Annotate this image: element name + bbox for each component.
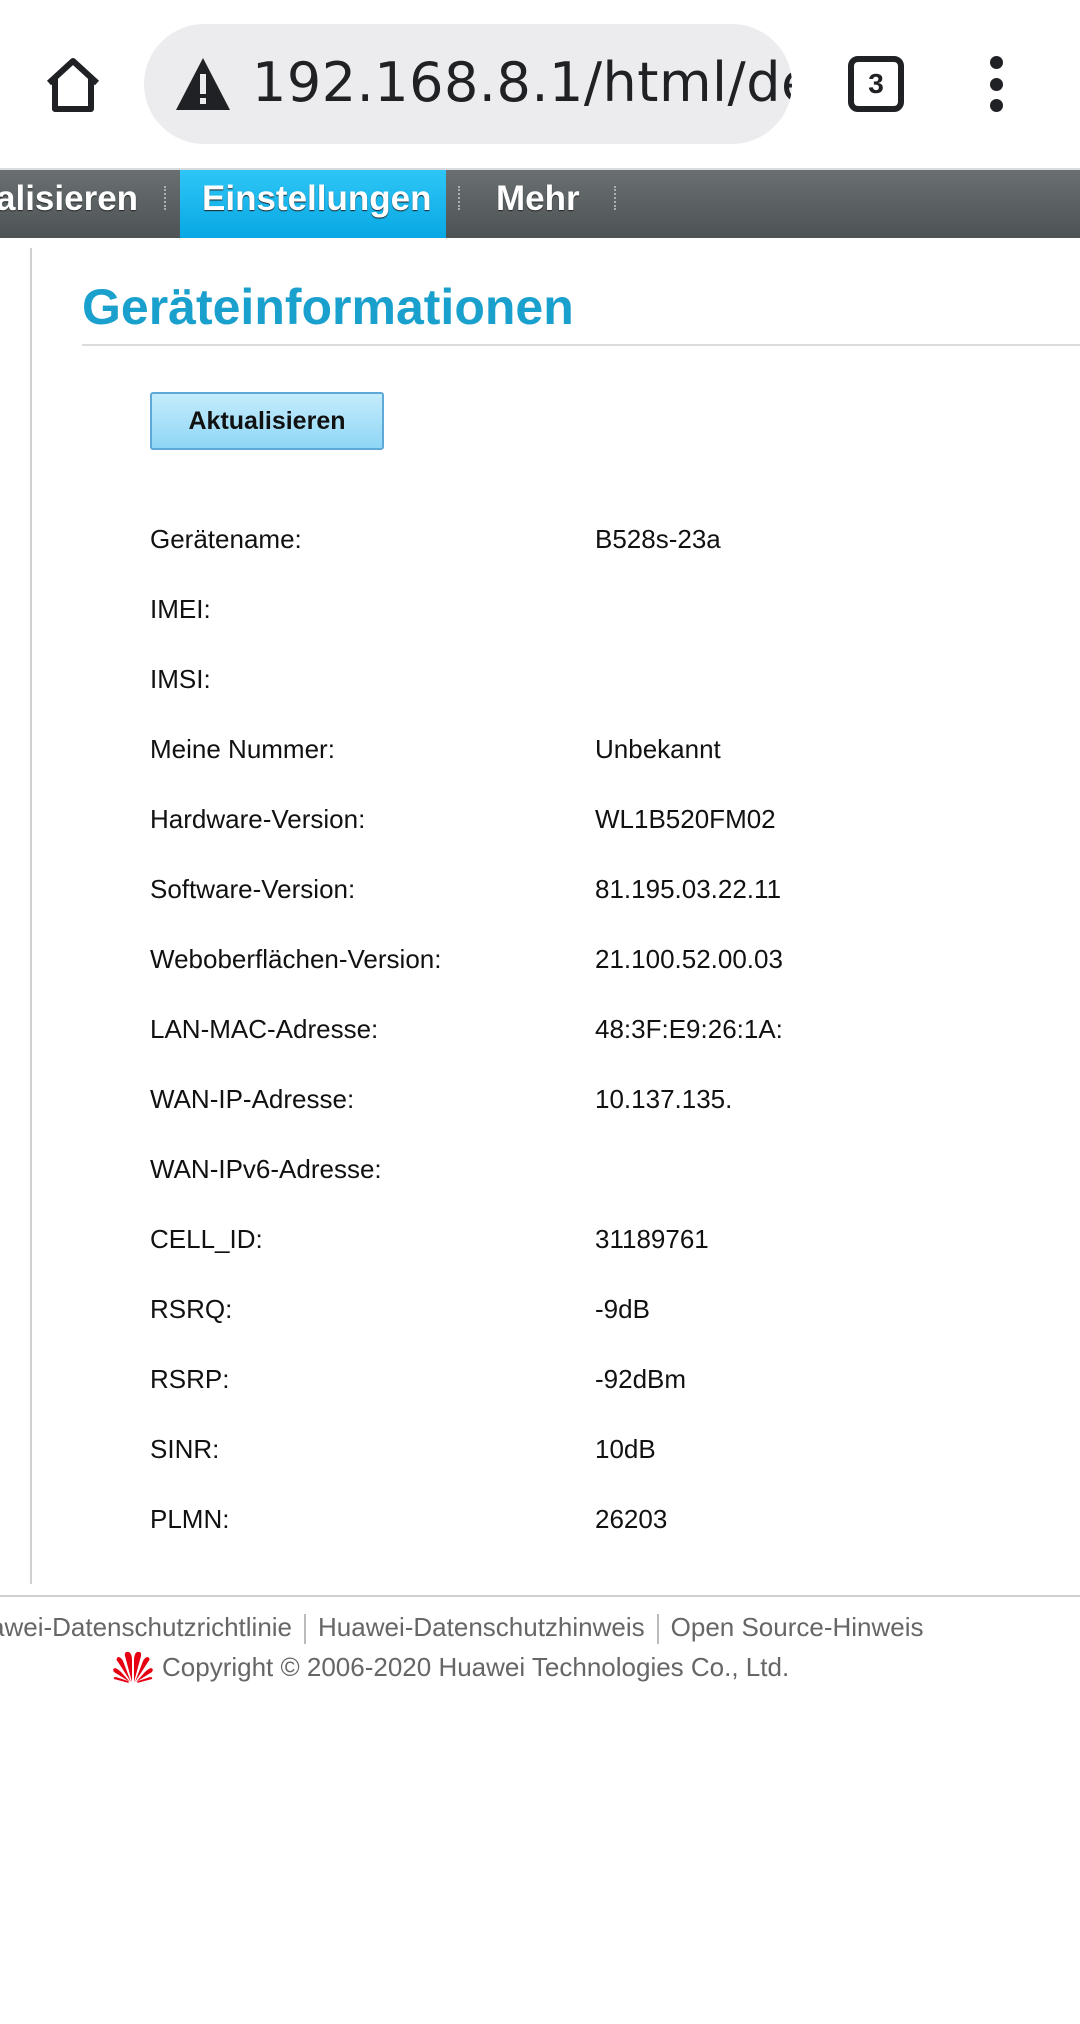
info-label: WAN-IP-Adresse: [150, 1084, 355, 1114]
info-label: Software-Version: [150, 874, 356, 904]
warning-icon [176, 58, 230, 110]
info-row-imsi: IMSI: [150, 650, 1050, 720]
info-label: Meine Nummer: [150, 734, 335, 764]
info-value: -92dBm [595, 1364, 687, 1394]
page-title: Geräteinformationen [82, 279, 574, 335]
home-icon[interactable] [38, 50, 108, 120]
nav-item-mehr[interactable]: Mehr [496, 170, 596, 238]
url-text: 192.168.8.1/html/dev [252, 51, 792, 114]
info-row-webui-version: Weboberflächen-Version: 21.100.52.00.03 [150, 930, 1050, 1000]
info-label: PLMN: [150, 1504, 230, 1534]
info-row-hardware-version: Hardware-Version: WL1B520FM02 [150, 790, 1050, 860]
info-value: B528s-23a [595, 524, 721, 554]
info-value: 48:3F:E9:26:1A: [595, 1014, 783, 1044]
info-value: Unbekannt [595, 734, 721, 764]
info-row-cell-id: CELL_ID: 31189761 [150, 1210, 1050, 1280]
info-label: LAN-MAC-Adresse: [150, 1014, 379, 1044]
open-source-link[interactable]: Open Source-Hinweis [671, 1612, 924, 1642]
info-label: Gerätename: [150, 524, 302, 554]
footer-separator [656, 1614, 659, 1645]
info-value: WL1B520FM02 [595, 804, 776, 834]
nav-separator [614, 186, 618, 210]
info-row-wan-ip: WAN-IP-Adresse: 10.137.135. [150, 1070, 1050, 1140]
address-bar[interactable]: 192.168.8.1/html/dev [144, 24, 792, 144]
info-row-software-version: Software-Version: 81.195.03.22.11 [150, 860, 1050, 930]
nav-separator [458, 186, 462, 210]
info-label: Hardware-Version: [150, 804, 366, 834]
info-value: 81.195.03.22.11 [595, 874, 782, 904]
footer-links: awei-Datenschutzrichtlinie Huawei-Datensc… [0, 1612, 924, 1645]
info-value: 26203 [595, 1504, 668, 1534]
copyright: Copyright © 2006-2020 Huawei Technologie… [112, 1650, 789, 1684]
device-info-list: Gerätename: B528s-23a IMEI: IMSI: Meine … [150, 510, 1050, 1560]
title-divider [82, 344, 1080, 346]
nav-separator [164, 186, 168, 210]
info-label: WAN-IPv6-Adresse: [150, 1154, 382, 1184]
footer-separator [304, 1614, 307, 1645]
info-row-plmn: PLMN: 26203 [150, 1490, 1050, 1560]
refresh-button[interactable]: Aktualisieren [150, 392, 384, 450]
info-row-lan-mac: LAN-MAC-Adresse: 48:3F:E9:26:1A: [150, 1000, 1050, 1070]
privacy-policy-link[interactable]: awei-Datenschutzrichtlinie [0, 1612, 292, 1642]
privacy-notice-link[interactable]: Huawei-Datenschutzhinweis [318, 1612, 645, 1642]
more-options-icon[interactable] [976, 56, 1016, 112]
info-row-rsrp: RSRP: -92dBm [150, 1350, 1050, 1420]
info-label: Weboberflächen-Version: [150, 944, 442, 974]
info-row-device-name: Gerätename: B528s-23a [150, 510, 1050, 580]
info-label: SINR: [150, 1434, 220, 1464]
info-row-rsrq: RSRQ: -9dB [150, 1280, 1050, 1350]
info-value: -9dB [595, 1294, 650, 1324]
info-label: RSRP: [150, 1364, 230, 1394]
info-value: 31189761 [595, 1224, 709, 1254]
main-nav: alisieren Einstellungen Mehr [0, 168, 1080, 238]
tab-switcher-button[interactable]: 3 [848, 56, 904, 112]
info-row-my-number: Meine Nummer: Unbekannt [150, 720, 1050, 790]
info-label: IMSI: [150, 664, 211, 694]
footer-divider [0, 1595, 1080, 1597]
nav-item-einstellungen[interactable]: Einstellungen [180, 170, 446, 238]
info-label: RSRQ: [150, 1294, 233, 1324]
info-row-sinr: SINR: 10dB [150, 1420, 1050, 1490]
info-label: CELL_ID: [150, 1224, 263, 1254]
huawei-logo-icon [113, 1651, 153, 1683]
info-value: 21.100.52.00.03 [595, 944, 783, 974]
content-border [30, 248, 32, 1584]
browser-toolbar: 192.168.8.1/html/dev 3 [0, 0, 1080, 168]
info-row-imei: IMEI: [150, 580, 1050, 650]
info-value: 10.137.135. [595, 1084, 733, 1114]
info-value: 10dB [595, 1434, 656, 1464]
info-row-wan-ipv6: WAN-IPv6-Adresse: [150, 1140, 1050, 1210]
copyright-text: Copyright © 2006-2020 Huawei Technologie… [162, 1651, 790, 1682]
info-label: IMEI: [150, 594, 211, 624]
nav-item-aktualisieren[interactable]: alisieren [0, 170, 170, 238]
tab-count: 3 [868, 68, 884, 99]
